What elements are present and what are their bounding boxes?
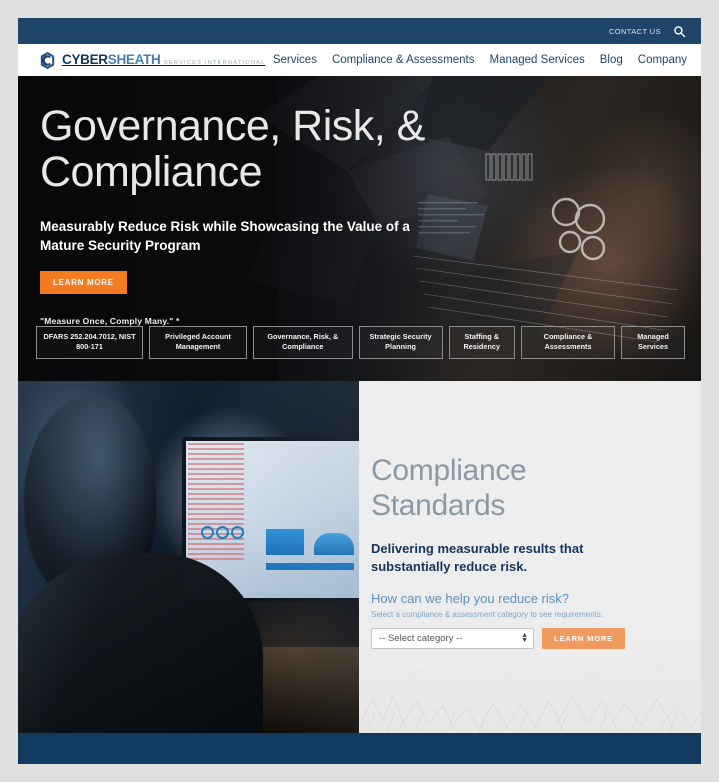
logo-sheath-text: SHEATH xyxy=(107,52,161,67)
site-page: CONTACT US CYBERSHEATH SERVICES INTERNAT… xyxy=(18,18,701,764)
category-select-wrapper: -- Select category -- ▲ ▼ xyxy=(371,627,534,649)
hero-subtitle: Measurably Reduce Risk while Showcasing … xyxy=(40,219,410,254)
hero-category-tabs: DFARS 252.204.7012, NIST 800-171 Privile… xyxy=(36,325,685,359)
hero-title: Governance, Risk, & Compliance xyxy=(40,102,701,196)
compliance-hint-text: Select a compliance & assessment categor… xyxy=(371,609,604,619)
hero-tab-privileged-account-management[interactable]: Privileged Account Management xyxy=(149,325,248,359)
compliance-form: -- Select category -- ▲ ▼ LEARN MORE xyxy=(371,627,701,649)
logo-cyber-text: CYBER xyxy=(62,52,108,67)
top-utility-bar: CONTACT US xyxy=(18,18,701,44)
hero-tab-staffing-residency[interactable]: Staffing & Residency xyxy=(448,325,515,359)
logo-wordmark: CYBERSHEATH SERVICES INTERNATIONAL xyxy=(62,52,266,68)
nav-item-blog[interactable]: Blog xyxy=(600,54,623,66)
site-logo[interactable]: CYBERSHEATH SERVICES INTERNATIONAL xyxy=(38,51,266,70)
hero-tab-compliance-assessments[interactable]: Compliance & Assessments xyxy=(521,325,615,359)
site-footer xyxy=(18,733,701,764)
compliance-learn-more-button[interactable]: LEARN MORE xyxy=(542,627,626,649)
search-icon[interactable] xyxy=(673,25,686,38)
compliance-text-panel: Compliance Standards Delivering measurab… xyxy=(359,381,701,733)
main-navigation-bar: CYBERSHEATH SERVICES INTERNATIONAL Servi… xyxy=(18,44,701,76)
decorative-texture xyxy=(359,663,701,733)
compliance-lead-text: Delivering measurable results that subst… xyxy=(371,540,584,575)
nav-item-compliance-assessments[interactable]: Compliance & Assessments xyxy=(332,54,475,66)
hero-tab-governance-risk-compliance[interactable]: Governance, Risk, & Compliance xyxy=(253,325,353,359)
category-select[interactable]: -- Select category -- xyxy=(371,627,534,649)
hero-learn-more-button[interactable]: LEARN MORE xyxy=(40,271,127,295)
hero-title-line-1: Governance, Risk, & xyxy=(40,102,425,150)
compliance-title-line-1: Compliance xyxy=(371,454,527,487)
hero-tab-strategic-security-planning[interactable]: Strategic Security Planning xyxy=(358,325,443,359)
compliance-title-line-2: Standards xyxy=(371,489,506,523)
logo-tagline: SERVICES INTERNATIONAL xyxy=(163,60,266,66)
hero-tab-dfars-nist[interactable]: DFARS 252.204.7012, NIST 800-171 xyxy=(36,325,143,359)
hero-content: Governance, Risk, & Compliance Measurabl… xyxy=(18,76,701,326)
contact-us-link[interactable]: CONTACT US xyxy=(609,27,661,36)
primary-nav-links: Services Compliance & Assessments Manage… xyxy=(273,54,687,66)
hero-title-line-2: Compliance xyxy=(40,147,263,196)
compliance-title: Compliance Standards xyxy=(371,453,701,524)
hero-banner: Governance, Risk, & Compliance Measurabl… xyxy=(18,76,701,381)
hero-tab-managed-services[interactable]: Managed Services xyxy=(621,325,685,359)
nav-item-company[interactable]: Company xyxy=(638,54,687,66)
man-at-computer-photo xyxy=(18,381,359,733)
nav-item-managed-services[interactable]: Managed Services xyxy=(490,54,585,66)
compliance-question: How can we help you reduce risk? xyxy=(371,590,569,606)
nav-item-services[interactable]: Services xyxy=(273,54,317,66)
compliance-standards-section: Compliance Standards Delivering measurab… xyxy=(18,381,701,733)
cybersheath-c-shield-icon xyxy=(38,51,57,70)
